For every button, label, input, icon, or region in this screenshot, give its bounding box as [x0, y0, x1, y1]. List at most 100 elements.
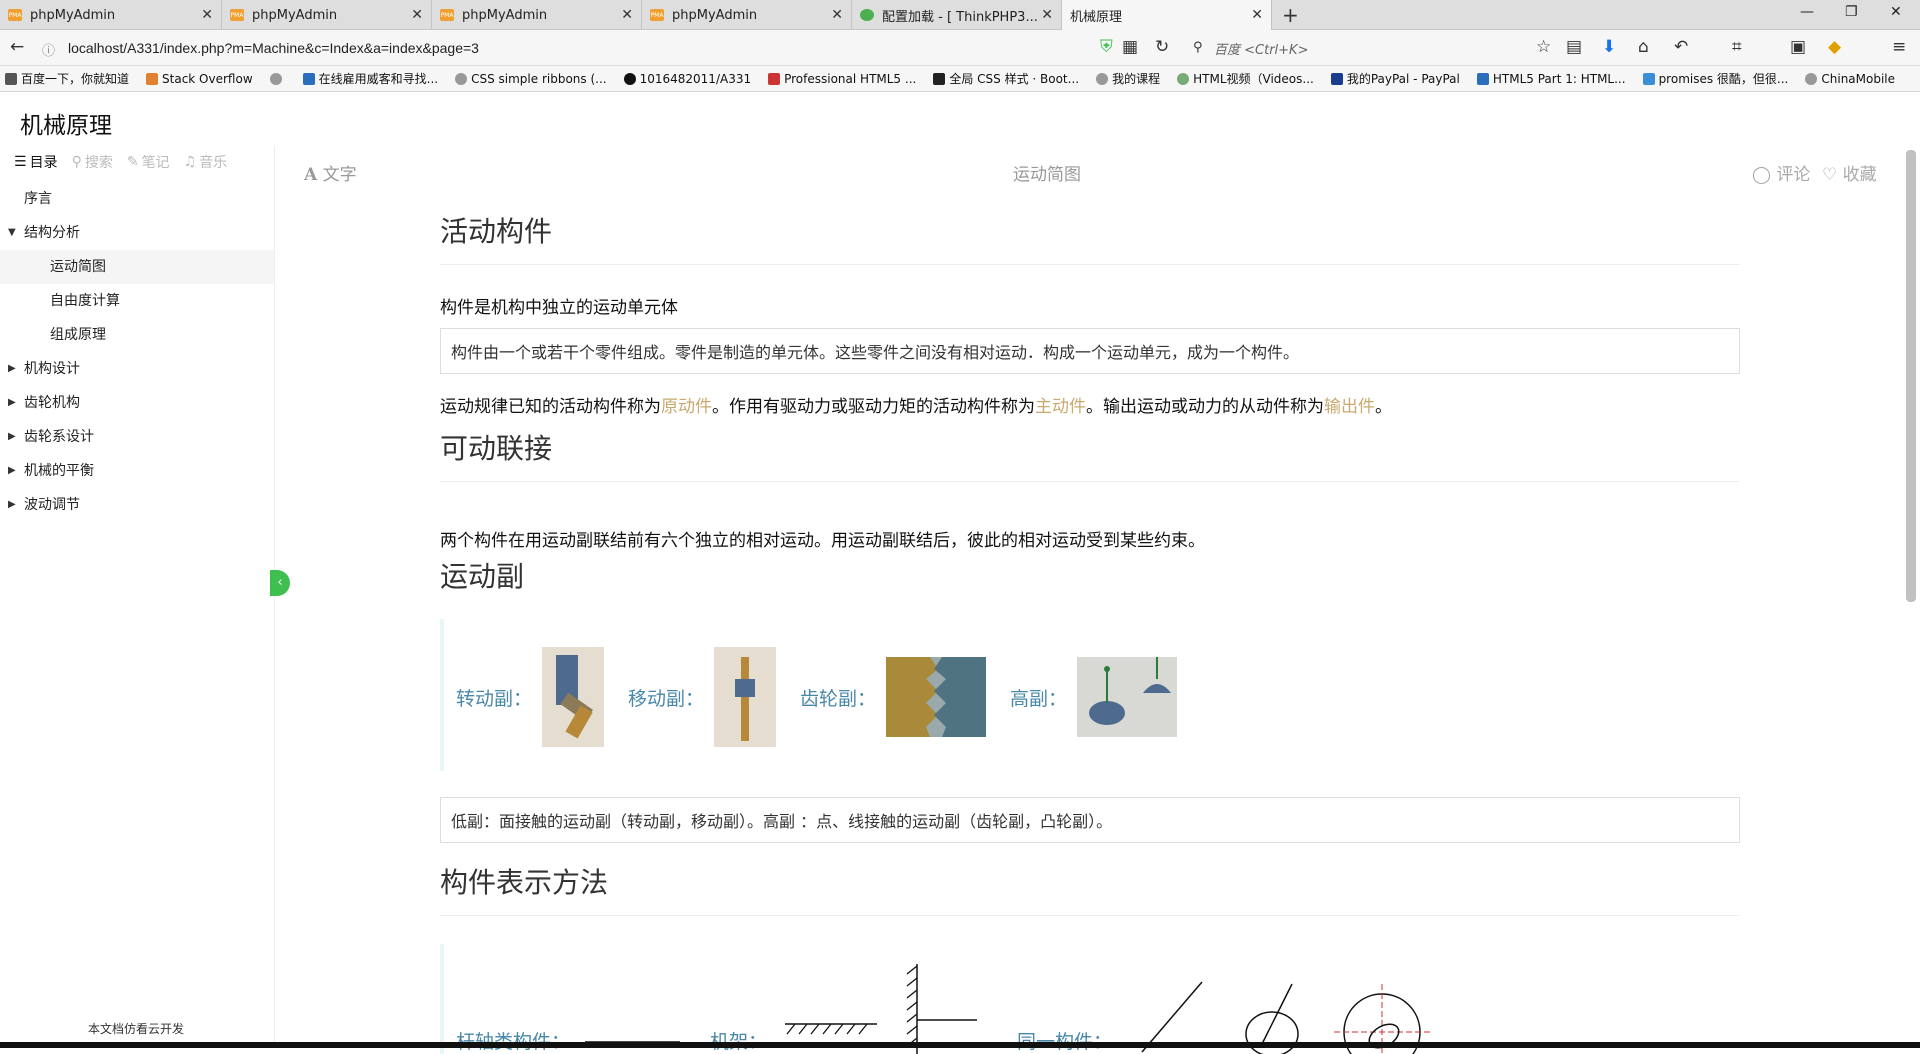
bookmark-label: 在线雇用威客和寻找...	[318, 72, 439, 86]
qr-icon[interactable]: ▦	[1122, 37, 1138, 57]
reload-icon[interactable]: ↻	[1155, 37, 1169, 57]
close-icon[interactable]: ✕	[411, 7, 423, 23]
bookmark[interactable]: promises 很酷，但很...	[1638, 70, 1788, 87]
bookmarks-bar: 百度一下，你就知道 Stack Overflow 在线雇用威客和寻找... CS…	[0, 66, 1920, 92]
tab-notes[interactable]: ✎ 笔记	[127, 152, 170, 172]
new-tab-button[interactable]: +	[1282, 3, 1299, 27]
highlight-term: 原动件	[661, 397, 712, 417]
frame-symbol	[785, 964, 978, 1054]
tab-label: 目录	[29, 155, 58, 171]
bookmark[interactable]	[265, 72, 286, 85]
toc-item-balance[interactable]: ▶ 机械的平衡	[0, 454, 274, 488]
extension-icon[interactable]: ◆	[1828, 37, 1841, 57]
pair-label: 高副：	[1010, 687, 1068, 710]
star-icon[interactable]: ☆	[1536, 37, 1551, 57]
back-arrow-icon[interactable]: ←	[10, 37, 24, 57]
toc-item-composition[interactable]: 组成原理	[0, 318, 274, 352]
caret-right-icon[interactable]: ▶	[8, 454, 16, 488]
close-icon[interactable]: ✕	[1251, 7, 1263, 23]
browser-tab-active[interactable]: 机械原理 ✕	[1062, 0, 1272, 30]
bookmark[interactable]: CSS simple ribbons (...	[450, 72, 607, 86]
close-window-icon[interactable]: ✕	[1890, 4, 1902, 20]
toc-list: 序言 ▼ 结构分析 运动简图 自由度计算 组成原理 ▶ 机构设计 ▶ 齿轮机构 ▶ 齿轮…	[0, 182, 274, 522]
restore-icon[interactable]: ❐	[1845, 4, 1858, 20]
scrollbar[interactable]	[1906, 150, 1916, 602]
bookmark[interactable]: HTML视频（Videos...	[1172, 70, 1314, 87]
favorite-button[interactable]: ♡ 收藏	[1822, 160, 1877, 185]
pma-icon: PMA	[650, 9, 664, 21]
toc-item-structure[interactable]: ▼ 结构分析	[0, 216, 274, 250]
toc-item-fluctuation[interactable]: ▶ 波动调节	[0, 488, 274, 522]
bookmark[interactable]: 我的课程	[1091, 70, 1160, 87]
tab-label: 机械原理	[1070, 9, 1123, 25]
text: 。作用有驱动力或驱动力矩的活动构件称为	[712, 397, 1035, 417]
browser-tab[interactable]: PMA phpMyAdmin ✕	[0, 0, 222, 30]
bookmark[interactable]: Professional HTML5 ...	[763, 72, 916, 86]
tab-label: 音乐	[199, 155, 228, 171]
bookmark[interactable]: 百度一下，你就知道	[0, 70, 129, 87]
toc-item-kinematic-diagram[interactable]: 运动简图	[0, 250, 274, 284]
paragraph: 运动规律已知的活动构件称为原动件。作用有驱动力或驱动力矩的活动构件称为主动件。输…	[440, 392, 1740, 417]
sidebar-toggle-button[interactable]: ‹	[270, 570, 290, 596]
close-icon[interactable]: ✕	[621, 7, 633, 23]
taskbar	[0, 1042, 1920, 1048]
caret-right-icon[interactable]: ▶	[8, 352, 16, 386]
browser-tab[interactable]: 配置加载 - [ ThinkPHP3... ✕	[852, 0, 1062, 30]
caret-right-icon[interactable]: ▶	[8, 420, 16, 454]
download-icon[interactable]: ⬇	[1602, 37, 1616, 57]
tab-music[interactable]: ♫ 音乐	[184, 152, 228, 172]
text: 运动规律已知的活动构件称为	[440, 397, 661, 417]
caret-down-icon[interactable]: ▼	[8, 216, 16, 250]
tab-search[interactable]: ⚲ 搜索	[72, 152, 113, 172]
toc-label: 结构分析	[24, 225, 80, 241]
close-icon[interactable]: ✕	[831, 7, 843, 23]
bookmark[interactable]: HTML5 Part 1: HTML...	[1472, 72, 1626, 86]
footer-note: 本文档仿看云开发	[88, 1022, 185, 1036]
info-icon[interactable]: ⓘ	[42, 40, 55, 59]
reader-icon[interactable]: ▤	[1566, 37, 1582, 57]
caret-right-icon[interactable]: ▶	[8, 488, 16, 522]
font-button[interactable]: A 文字	[304, 160, 357, 185]
higher-pair-image	[1077, 657, 1178, 737]
toc-item-dof[interactable]: 自由度计算	[0, 284, 274, 318]
toc-item-design[interactable]: ▶ 机构设计	[0, 352, 274, 386]
browser-tab[interactable]: PMA phpMyAdmin ✕	[222, 0, 432, 30]
tab-label: phpMyAdmin	[672, 7, 758, 23]
undo-icon[interactable]: ↶	[1674, 37, 1688, 57]
comment-button[interactable]: ◯ 评论	[1752, 160, 1810, 185]
search-input[interactable]: 百度 <Ctrl+K>	[1214, 39, 1308, 58]
bookmark[interactable]: 全局 CSS 样式 · Boot...	[928, 70, 1079, 87]
sidebar: ☰ 目录 ⚲ 搜索 ✎ 笔记 ♫ 音乐 序言 ▼ 结构分析 运动简图 自由度计算 组成原理…	[0, 146, 275, 1048]
browser-tab[interactable]: PMA phpMyAdmin ✕	[642, 0, 852, 30]
caret-right-icon[interactable]: ▶	[8, 386, 16, 420]
toc-item-preface[interactable]: 序言	[0, 182, 274, 216]
crop-icon[interactable]: ⌗	[1732, 37, 1742, 57]
minimize-icon[interactable]: —	[1800, 4, 1814, 20]
comment-icon: ◯	[1752, 165, 1772, 185]
bookmark[interactable]: ChinaMobile	[1800, 72, 1895, 86]
tab-catalog[interactable]: ☰ 目录	[14, 152, 58, 172]
text: 。	[1375, 397, 1392, 417]
home-icon[interactable]: ⌂	[1638, 37, 1649, 57]
toc-item-gear[interactable]: ▶ 齿轮机构	[0, 386, 274, 420]
shield-icon[interactable]: ⛨	[1100, 37, 1113, 57]
toc-label: 齿轮机构	[24, 395, 80, 411]
pdf-icon[interactable]: ▣	[1790, 37, 1806, 57]
pair-label: 转动副：	[456, 687, 533, 710]
paragraph: 构件是机构中独立的运动单元体	[440, 298, 678, 318]
menu-icon[interactable]: ≡	[1892, 37, 1906, 57]
bookmark-label: 百度一下，你就知道	[21, 72, 130, 86]
browser-tab[interactable]: PMA phpMyAdmin ✕	[432, 0, 642, 30]
toc-item-geartrain[interactable]: ▶ 齿轮系设计	[0, 420, 274, 454]
pma-icon: PMA	[8, 9, 22, 21]
globe-icon	[1096, 72, 1109, 85]
bookmark[interactable]: 我的PayPal - PayPal	[1326, 70, 1460, 87]
bookmark[interactable]: 1016482011/A331	[619, 72, 751, 86]
close-icon[interactable]: ✕	[201, 7, 213, 23]
url-field[interactable]: localhost/A331/index.php?m=Machine&c=Ind…	[68, 40, 479, 56]
pma-icon: PMA	[440, 9, 454, 21]
close-icon[interactable]: ✕	[1041, 7, 1053, 23]
bookmark[interactable]: 在线雇用威客和寻找...	[298, 70, 438, 87]
address-bar-row: ← ⓘ localhost/A331/index.php?m=Machine&c…	[0, 30, 1920, 66]
bookmark[interactable]: Stack Overflow	[141, 72, 253, 86]
